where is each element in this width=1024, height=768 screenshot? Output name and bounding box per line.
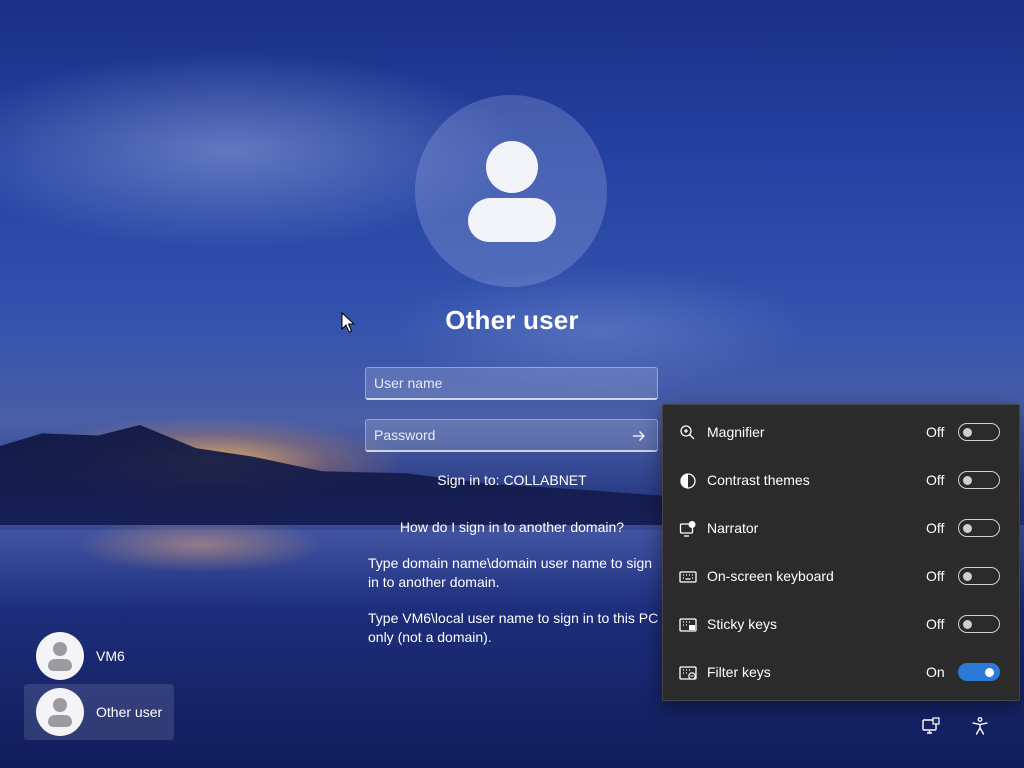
accessibility-button[interactable] — [966, 712, 994, 740]
a11y-state: Off — [926, 568, 945, 584]
a11y-item-narrator[interactable]: Narrator Off — [663, 504, 1019, 552]
a11y-state: Off — [926, 472, 945, 488]
username-input[interactable] — [366, 368, 657, 398]
a11y-item-contrast-themes[interactable]: Contrast themes Off — [663, 456, 1019, 504]
avatar-body — [468, 198, 556, 242]
network-button[interactable] — [917, 712, 945, 740]
user-tile-label: VM6 — [96, 648, 125, 664]
filter-keys-toggle[interactable] — [958, 663, 1000, 681]
a11y-state: Off — [926, 616, 945, 632]
password-field[interactable] — [365, 419, 658, 452]
user-tile-vm6[interactable]: VM6 — [24, 628, 174, 684]
username-field[interactable] — [365, 367, 658, 400]
a11y-label: Sticky keys — [707, 616, 778, 632]
sticky-keys-toggle[interactable] — [958, 615, 1000, 633]
keyboard-icon — [679, 571, 697, 583]
user-tile-label: Other user — [96, 704, 163, 720]
user-title: Other user — [445, 305, 579, 335]
a11y-label: Magnifier — [707, 424, 765, 440]
avatar-head — [486, 141, 538, 193]
submit-arrow-button[interactable] — [627, 424, 651, 448]
a11y-item-on-screen-keyboard[interactable]: On-screen keyboard Off — [663, 552, 1019, 600]
accessibility-flyout: Magnifier Off Contrast themes Off Narrat… — [662, 404, 1020, 701]
magnifier-icon — [680, 425, 695, 440]
a11y-state: Off — [926, 520, 945, 536]
user-tile-other-user[interactable]: Other user — [24, 684, 174, 740]
a11y-label: Filter keys — [707, 664, 771, 680]
a11y-item-filter-keys[interactable]: Filter keys On — [663, 648, 1019, 696]
avatar — [36, 632, 84, 680]
a11y-item-magnifier[interactable]: Magnifier Off — [663, 408, 1019, 456]
a11y-label: On-screen keyboard — [707, 568, 834, 584]
sticky-keys-icon — [679, 618, 697, 632]
on-screen-keyboard-toggle[interactable] — [958, 567, 1000, 585]
magnifier-toggle[interactable] — [958, 423, 1000, 441]
help-text-domain: Type domain name\domain user name to sig… — [368, 555, 653, 590]
narrator-icon — [679, 521, 696, 537]
avatar — [36, 688, 84, 736]
a11y-label: Narrator — [707, 520, 759, 536]
narrator-toggle[interactable] — [958, 519, 1000, 537]
user-avatar-large — [415, 95, 607, 287]
contrast-themes-toggle[interactable] — [958, 471, 1000, 489]
arrow-right-icon — [633, 431, 645, 441]
a11y-state: On — [926, 664, 945, 680]
accessibility-icon — [972, 717, 988, 735]
a11y-state: Off — [926, 424, 945, 440]
a11y-item-sticky-keys[interactable]: Sticky keys Off — [663, 600, 1019, 648]
password-input[interactable] — [366, 420, 657, 450]
mouse-cursor-icon — [341, 312, 355, 333]
network-icon — [922, 717, 940, 734]
contrast-icon — [680, 473, 696, 489]
a11y-label: Contrast themes — [707, 472, 810, 488]
help-text-local: Type VM6\local user name to sign in to t… — [368, 610, 659, 645]
filter-keys-icon — [679, 666, 697, 680]
